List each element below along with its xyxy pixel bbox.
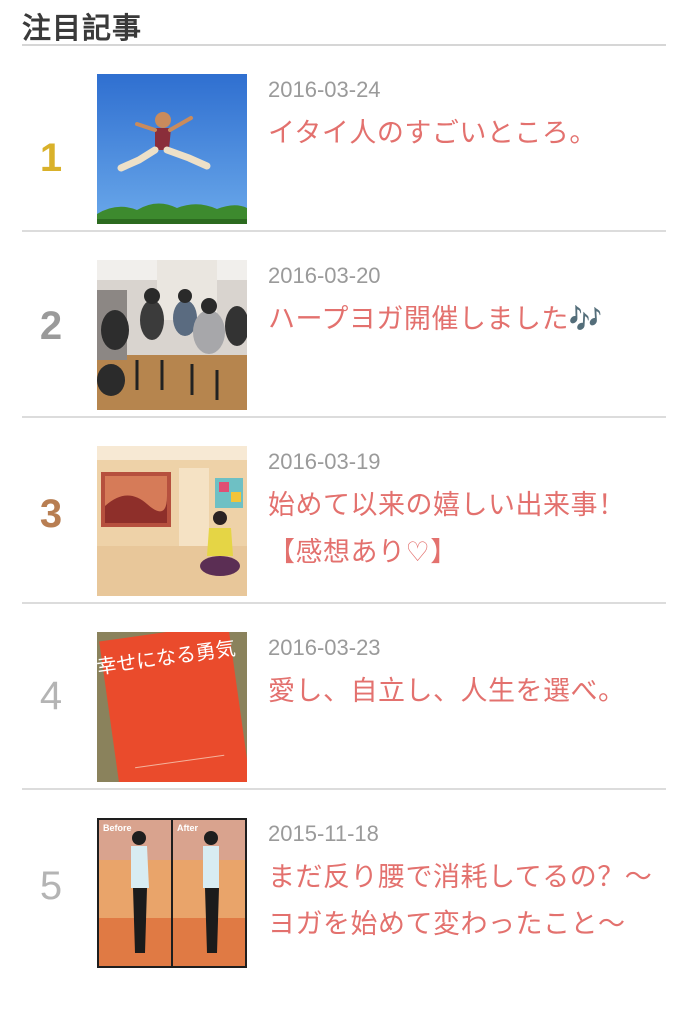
rank-number: 3 xyxy=(39,492,63,536)
article-title-link[interactable]: ハープヨガ開催しました🎶 xyxy=(268,296,663,343)
before-after-posture-photo-icon: Before After xyxy=(97,818,247,968)
rank-number: 5 xyxy=(39,864,63,908)
after-label: After xyxy=(177,823,198,833)
article-date: 2016-03-23 xyxy=(268,635,381,660)
yoga-studio-photo-icon xyxy=(97,446,247,596)
article-thumbnail[interactable] xyxy=(97,260,247,410)
article-thumbnail[interactable] xyxy=(97,74,247,224)
rank-number: 1 xyxy=(39,136,63,180)
article-title-link[interactable]: まだ反り腰で消耗してるの？〜ヨガを始めて変わったこと〜 xyxy=(268,854,663,948)
article-entry[interactable]: 5 Before After 2015-11-18 まだ反り腰で消耗してるの？〜… xyxy=(22,790,666,976)
article-title-link[interactable]: 始めて以来の嬉しい出来事！【感想あり♡】 xyxy=(268,482,663,576)
article-date: 2016-03-19 xyxy=(268,449,381,474)
section-title: 注目記事 xyxy=(22,0,666,46)
featured-articles-section: 注目記事 1 2016-03-24 イタイ人のすごいところ。 2 2016-03… xyxy=(22,0,666,976)
article-entry[interactable]: 4 幸せになる勇気 2016-03-23 愛し、自立し、人生を選べ。 xyxy=(22,604,666,790)
jumping-person-sky-photo-icon xyxy=(97,74,247,224)
article-title-link[interactable]: イタイ人のすごいところ。 xyxy=(268,110,663,157)
rank-number: 4 xyxy=(39,674,63,718)
article-thumbnail[interactable]: Before After xyxy=(97,818,247,968)
yoga-class-chairs-photo-icon xyxy=(97,260,247,410)
article-date: 2016-03-20 xyxy=(268,263,381,288)
rank-number: 2 xyxy=(39,304,63,348)
article-title-link[interactable]: 愛し、自立し、人生を選べ。 xyxy=(268,668,663,715)
article-thumbnail[interactable]: 幸せになる勇気 xyxy=(97,632,247,782)
article-date: 2015-11-18 xyxy=(268,821,379,846)
article-entry[interactable]: 3 2016-03-19 始めて以来の嬉しい出来事！【感想あり♡】 xyxy=(22,418,666,604)
article-entry[interactable]: 2 2016-03-20 ハープヨガ開催しました🎶 xyxy=(22,232,666,418)
article-date: 2016-03-24 xyxy=(268,77,381,102)
article-thumbnail[interactable] xyxy=(97,446,247,596)
before-label: Before xyxy=(103,823,132,833)
book-cover-photo-icon: 幸せになる勇気 xyxy=(97,632,247,782)
article-entry[interactable]: 1 2016-03-24 イタイ人のすごいところ。 xyxy=(22,46,666,232)
